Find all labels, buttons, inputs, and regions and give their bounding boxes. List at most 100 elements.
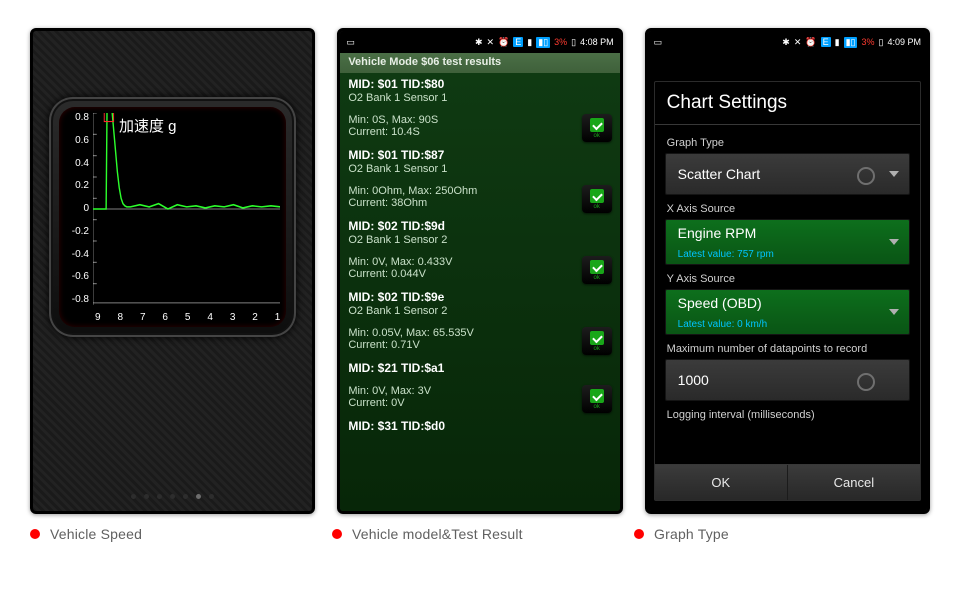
y-axis-latest: Latest value: 0 km/h xyxy=(678,319,768,330)
result-group: MID: $02 TID:$9eO2 Bank 1 Sensor 2 xyxy=(340,286,619,323)
bluetooth-icon: ✱ xyxy=(782,37,790,48)
result-sensor: O2 Bank 1 Sensor 1 xyxy=(348,163,611,175)
x-tick: 8 xyxy=(117,312,123,323)
x-tick: 2 xyxy=(252,312,258,323)
ok-button[interactable]: ok xyxy=(582,256,612,284)
ok-label: ok xyxy=(593,204,599,210)
check-icon xyxy=(590,118,604,132)
status-bar: ▭ ✱ ✕ ⏰ E ▮ ▮▯ 3% ▯ 4:09 PM xyxy=(648,31,927,53)
x-axis-value: Engine RPM xyxy=(678,225,757,241)
page-indicator[interactable] xyxy=(33,494,312,499)
y-tick: 0.2 xyxy=(63,181,89,191)
bullet-icon xyxy=(634,529,644,539)
result-range: Min: 0S, Max: 90S xyxy=(348,114,611,126)
ok-label: ok xyxy=(593,346,599,352)
radio-icon xyxy=(857,373,875,391)
x-tick: 3 xyxy=(230,312,236,323)
y-axis-value: Speed (OBD) xyxy=(678,295,762,311)
result-title: MID: $31 TID:$d0 xyxy=(348,419,611,433)
mute-icon: ✕ xyxy=(794,37,802,48)
y-tick: 0.4 xyxy=(63,159,89,169)
x-axis-latest: Latest value: 757 rpm xyxy=(678,249,774,260)
chart-settings-dialog: Chart Settings Graph Type Scatter Chart … xyxy=(654,81,921,501)
x-axis-select[interactable]: Engine RPM Latest value: 757 rpm xyxy=(665,219,910,265)
alarm-icon: ⏰ xyxy=(498,37,509,48)
graph-type-select[interactable]: Scatter Chart xyxy=(665,153,910,195)
ok-button[interactable]: ok xyxy=(582,385,612,413)
result-range: Min: 0V, Max: 0.433V xyxy=(348,256,611,268)
battery-icon-2: ▯ xyxy=(879,37,884,48)
chevron-down-icon xyxy=(889,309,899,315)
result-title: MID: $02 TID:$9d xyxy=(348,219,611,233)
gauge-inner: 加速度 g 0.8 0.6 0.4 0.2 0 -0.2 -0.4 -0.6 -… xyxy=(59,107,286,327)
x-axis: 9 8 7 6 5 4 3 2 1 xyxy=(95,312,280,323)
y-axis-select[interactable]: Speed (OBD) Latest value: 0 km/h xyxy=(665,289,910,335)
x-tick: 4 xyxy=(207,312,213,323)
e-badge-icon: E xyxy=(821,37,831,47)
result-group: MID: $21 TID:$a1 xyxy=(340,357,619,381)
result-title: MID: $01 TID:$87 xyxy=(348,148,611,162)
result-sensor: O2 Bank 1 Sensor 2 xyxy=(348,305,611,317)
ok-button[interactable]: ok xyxy=(582,114,612,142)
check-icon xyxy=(590,389,604,403)
y-axis: 0.8 0.6 0.4 0.2 0 -0.2 -0.4 -0.6 -0.8 xyxy=(63,113,89,305)
cancel-button[interactable]: Cancel xyxy=(787,465,920,500)
check-icon xyxy=(590,189,604,203)
ok-label: ok xyxy=(593,133,599,139)
result-title: MID: $21 TID:$a1 xyxy=(348,361,611,375)
result-current: Current: 10.4S xyxy=(348,126,611,138)
chart-area xyxy=(93,113,280,305)
result-title: MID: $01 TID:$80 xyxy=(348,77,611,91)
result-row: Min: 0.05V, Max: 65.535VCurrent: 0.71Vok xyxy=(340,323,619,357)
y-tick: -0.8 xyxy=(63,295,89,305)
signal-icon: ▮▯ xyxy=(844,37,858,48)
y-tick: -0.4 xyxy=(63,250,89,260)
clock: 4:09 PM xyxy=(887,37,921,47)
y-tick: 0 xyxy=(63,204,89,214)
max-datapoints-value: 1000 xyxy=(678,372,709,388)
device-icon: ▭ xyxy=(346,37,355,48)
phone-test-results: ▭ ✱ ✕ ⏰ E ▮ ▮▯ 3% ▯ 4:08 PM Vehicle Mode… xyxy=(337,28,622,514)
result-current: Current: 0.044V xyxy=(348,268,611,280)
x-tick: 6 xyxy=(162,312,168,323)
y-tick: -0.6 xyxy=(63,272,89,282)
phone-vehicle-speed: 加速度 g 0.8 0.6 0.4 0.2 0 -0.2 -0.4 -0.6 -… xyxy=(30,28,315,514)
ok-button[interactable]: OK xyxy=(655,465,787,500)
y-tick: -0.2 xyxy=(63,227,89,237)
results-list[interactable]: MID: $01 TID:$80O2 Bank 1 Sensor 1Min: 0… xyxy=(340,73,619,511)
ok-button[interactable]: ok xyxy=(582,185,612,213)
x-axis-label: X Axis Source xyxy=(667,203,910,215)
result-group: MID: $01 TID:$80O2 Bank 1 Sensor 1 xyxy=(340,73,619,110)
check-icon xyxy=(590,260,604,274)
x-tick: 9 xyxy=(95,312,101,323)
check-icon xyxy=(590,331,604,345)
graph-type-value: Scatter Chart xyxy=(678,166,760,182)
result-current: Current: 0V xyxy=(348,397,611,409)
caption-text: Vehicle model&Test Result xyxy=(352,526,523,542)
ok-label: ok xyxy=(593,275,599,281)
ok-label: ok xyxy=(593,404,599,410)
bullet-icon xyxy=(30,529,40,539)
result-sensor: O2 Bank 1 Sensor 1 xyxy=(348,92,611,104)
battery-percent: 3% xyxy=(554,37,567,47)
result-group: MID: $31 TID:$d0 xyxy=(340,415,619,439)
ok-button[interactable]: ok xyxy=(582,327,612,355)
battery-icon-2: ▯ xyxy=(571,37,576,48)
result-sensor: O2 Bank 1 Sensor 2 xyxy=(348,234,611,246)
status-bar: ▭ ✱ ✕ ⏰ E ▮ ▮▯ 3% ▯ 4:08 PM xyxy=(340,31,619,53)
clock: 4:08 PM xyxy=(580,37,614,47)
caption-3: Graph Type xyxy=(634,526,914,542)
result-range: Min: 0V, Max: 3V xyxy=(348,385,611,397)
max-datapoints-input[interactable]: 1000 xyxy=(665,359,910,401)
bullet-icon xyxy=(332,529,342,539)
battery-icon: ▮ xyxy=(835,37,840,48)
result-row: Min: 0Ohm, Max: 250OhmCurrent: 38Ohmok xyxy=(340,181,619,215)
x-tick: 5 xyxy=(185,312,191,323)
logging-interval-label: Logging interval (milliseconds) xyxy=(667,409,910,421)
e-badge-icon: E xyxy=(513,37,523,47)
device-icon: ▭ xyxy=(654,37,663,48)
battery-percent: 3% xyxy=(861,37,874,47)
dialog-title: Chart Settings xyxy=(655,82,920,125)
caption-text: Graph Type xyxy=(654,526,729,542)
caption-text: Vehicle Speed xyxy=(50,526,142,542)
